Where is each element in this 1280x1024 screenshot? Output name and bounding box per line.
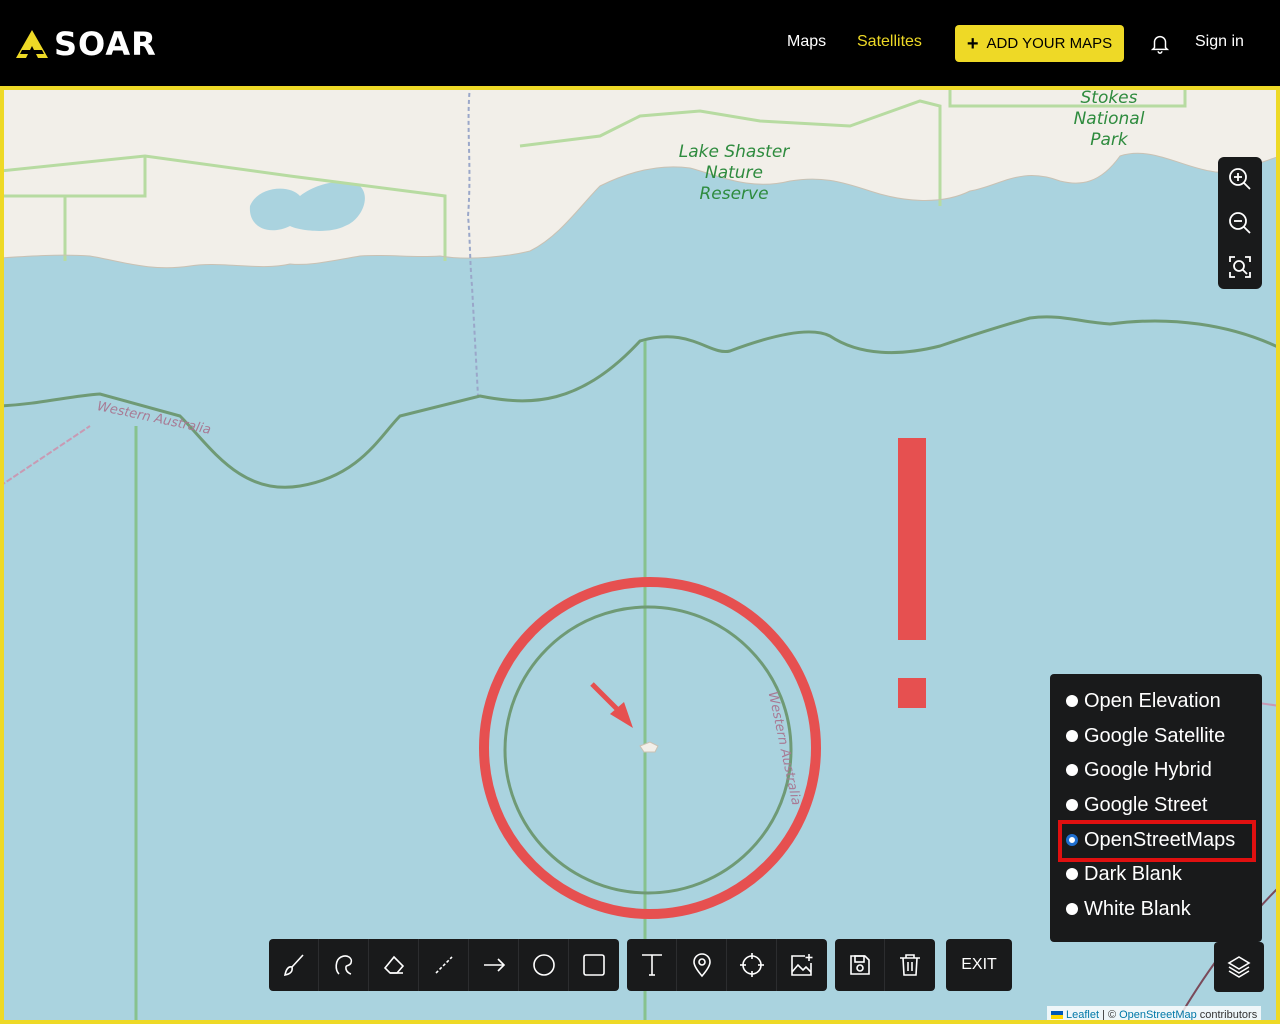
annotate-toolbar: [627, 939, 827, 991]
layer-white-blank[interactable]: White Blank: [1066, 894, 1191, 924]
logo-text: SOAR: [54, 25, 157, 63]
line-tool[interactable]: [419, 939, 469, 991]
radio-button[interactable]: [1066, 730, 1078, 742]
layer-google-street[interactable]: Google Street: [1066, 790, 1207, 820]
red-exclamation-bar: [898, 438, 926, 640]
add-your-maps-label: ADD YOUR MAPS: [986, 35, 1113, 52]
text-tool[interactable]: [627, 939, 677, 991]
layer-open-elevation[interactable]: Open Elevation: [1066, 686, 1221, 716]
marker-icon: [692, 953, 711, 978]
attribution-separator: | ©: [1102, 1009, 1117, 1021]
save-icon: [849, 955, 870, 975]
layer-dark-blank[interactable]: Dark Blank: [1066, 859, 1182, 889]
text-icon: [641, 954, 662, 976]
red-exclamation-dot: [898, 678, 926, 708]
rectangle-icon: [583, 954, 605, 976]
layer-label: Dark Blank: [1084, 862, 1182, 885]
maritime-boundary: [4, 315, 1276, 489]
layer-label: Open Elevation: [1084, 689, 1221, 712]
map-attribution: Leaflet | © OpenStreetMap contributors: [1047, 1006, 1262, 1021]
base-layer-menu: Open Elevation Google Satellite Google H…: [1050, 674, 1262, 942]
image-add-icon: [791, 954, 813, 976]
line-icon: [434, 956, 453, 974]
zoom-fit-icon: [1229, 256, 1251, 278]
nav-satellites-link[interactable]: Satellites: [857, 33, 922, 51]
rectangle-tool[interactable]: [569, 939, 619, 991]
map-canvas[interactable]: Stokes National Park Lake Shaster Nature…: [0, 86, 1280, 1024]
trash-icon: [900, 954, 920, 976]
zoom-out-icon: [1229, 212, 1251, 234]
layer-google-hybrid[interactable]: Google Hybrid: [1066, 755, 1212, 785]
radio-button[interactable]: [1066, 868, 1078, 880]
radio-button[interactable]: [1066, 764, 1078, 776]
openstreetmap-link[interactable]: OpenStreetMap: [1119, 1009, 1197, 1020]
exit-button[interactable]: EXIT: [946, 939, 1012, 991]
leaflet-link[interactable]: Leaflet: [1066, 1009, 1099, 1020]
zoom-controls: [1218, 157, 1262, 289]
file-toolbar: [835, 939, 935, 991]
soar-logo[interactable]: SOAR: [16, 25, 157, 63]
layers-toggle-button[interactable]: [1214, 942, 1264, 992]
sign-in-link[interactable]: Sign in: [1195, 33, 1244, 51]
arrow-tool[interactable]: [469, 939, 519, 991]
add-your-maps-button[interactable]: + ADD YOUR MAPS: [955, 25, 1124, 62]
image-add-tool[interactable]: [777, 939, 827, 991]
label-lake-shaster-reserve: Lake Shaster Nature Reserve: [678, 142, 790, 204]
zoom-out-button[interactable]: [1218, 201, 1262, 245]
lasso-tool[interactable]: [319, 939, 369, 991]
layer-google-satellite[interactable]: Google Satellite: [1066, 721, 1225, 751]
radio-button[interactable]: [1066, 695, 1078, 707]
plus-icon: +: [966, 32, 979, 55]
layer-label: White Blank: [1084, 897, 1191, 920]
layer-label: Google Satellite: [1084, 724, 1226, 747]
lasso-icon: [334, 955, 352, 975]
delete-tool[interactable]: [885, 939, 935, 991]
selection-highlight-box: [1058, 820, 1256, 862]
label-stokes-national-park: Stokes National Park: [1073, 88, 1145, 150]
circle-tool[interactable]: [519, 939, 569, 991]
brush-icon: [283, 954, 304, 977]
save-tool[interactable]: [835, 939, 885, 991]
nav-maps-link[interactable]: Maps: [787, 33, 826, 51]
eraser-tool[interactable]: [369, 939, 419, 991]
layer-label: Google Street: [1084, 793, 1208, 816]
attribution-suffix: contributors: [1199, 1009, 1258, 1021]
eraser-icon: [383, 955, 404, 974]
crosshair-tool[interactable]: [727, 939, 777, 991]
brush-tool[interactable]: [269, 939, 319, 991]
top-navigation-bar: SOAR Maps Satellites + ADD YOUR MAPS Sig…: [0, 0, 1280, 86]
layer-label: Google Hybrid: [1084, 758, 1212, 781]
ukraine-flag-icon: [1051, 1011, 1063, 1019]
soar-logo-icon: [16, 30, 48, 58]
arrow-icon: [483, 958, 505, 972]
crosshair-icon: [739, 953, 764, 977]
circle-icon: [532, 954, 555, 976]
radio-button[interactable]: [1066, 903, 1078, 915]
marker-tool[interactable]: [677, 939, 727, 991]
radio-button[interactable]: [1066, 799, 1078, 811]
zoom-fit-button[interactable]: [1218, 245, 1262, 289]
zoom-in-button[interactable]: [1218, 157, 1262, 201]
layers-icon: [1227, 956, 1251, 978]
draw-toolbar: [269, 939, 619, 991]
red-annotation-arrow: [590, 682, 633, 728]
zoom-in-icon: [1229, 168, 1251, 190]
bell-icon[interactable]: [1149, 32, 1171, 54]
